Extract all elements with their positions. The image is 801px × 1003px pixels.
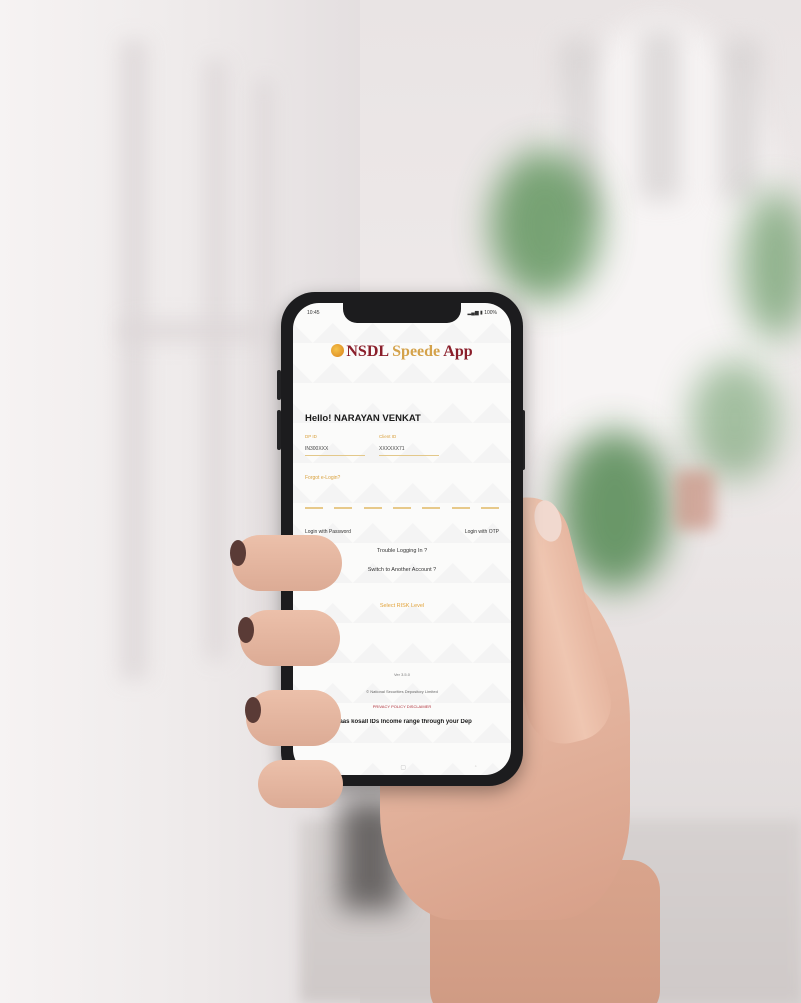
pin-digit-slot [392,507,411,509]
background-window-frame [120,320,270,342]
background-plant [690,360,780,480]
forgot-login-link[interactable]: Forgot e-Login? [305,475,340,481]
photo-scene: 10:45 ▂▄▆ ▮ 100% NSDL Speede App Hello! … [0,0,801,1003]
pin-digit-slot [334,507,353,509]
client-id-underline [379,455,439,456]
fingernail [230,540,246,566]
pin-digit-slot [480,507,499,509]
primary-action-link[interactable]: Select RISK Level [293,603,511,609]
client-id-label: Client ID [379,434,397,439]
index-finger [232,535,342,591]
greeting-text: Hello! NARAYAN VENKAT [305,413,421,424]
background-window [640,30,680,200]
phone-notch [343,303,461,323]
nsdl-logo-icon [331,344,345,357]
ring-finger [246,690,341,746]
background-plant [740,190,801,340]
dp-id-label: DP ID [305,434,317,439]
recent-apps-icon[interactable]: ◦ [475,764,477,770]
pin-digit-slot [305,507,323,509]
little-finger [258,760,343,808]
background-window-frame [120,40,148,680]
pin-digit-slot [451,507,470,509]
fingernail [245,697,261,723]
dp-id-underline [305,455,365,456]
status-time: 10:45 [307,310,320,316]
brand-app: App [443,343,473,360]
pin-digit-slot [422,507,441,509]
pin-entry-field[interactable] [305,507,499,509]
login-with-otp-link[interactable]: Login with OTP [465,529,499,535]
background-window [720,40,760,200]
brand-nsdl: NSDL [346,343,389,360]
background-window-frame [205,60,227,660]
pin-digit-slot [363,507,382,509]
dp-id-field[interactable]: IN300XXX [305,446,328,452]
background-flower-pot [675,470,715,530]
app-version: Ver 3.5.0 [393,672,410,677]
brand-speede: Speede [392,343,441,360]
client-id-field[interactable]: XXXXXX71 [379,446,405,452]
home-icon[interactable]: ▢ [400,764,406,771]
fingernail [238,617,254,643]
app-logo: NSDL Speede App [293,343,511,361]
status-signal-battery-icon: ▂▄▆ ▮ 100% [467,310,497,316]
background-plant [490,150,600,300]
middle-finger [240,610,340,666]
